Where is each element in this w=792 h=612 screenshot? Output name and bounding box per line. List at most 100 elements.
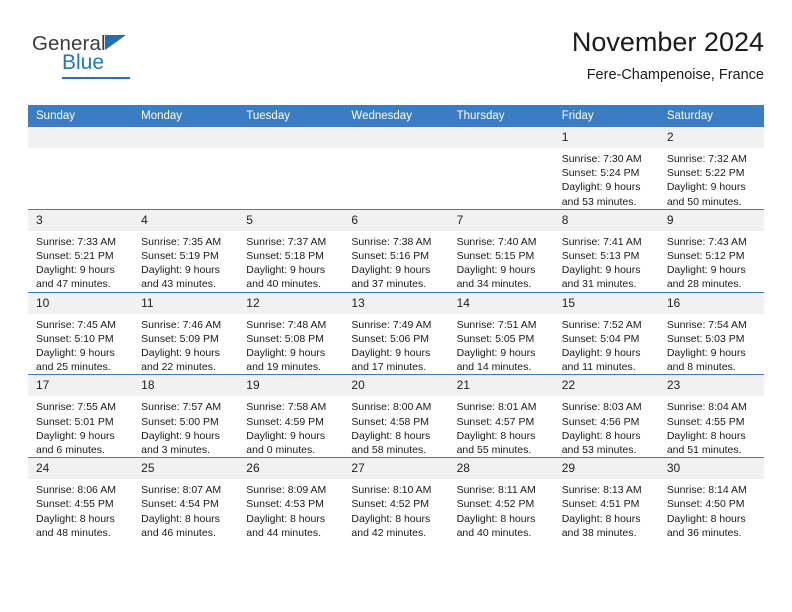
day-sunrise-text: Sunrise: 7:35 AM xyxy=(141,235,222,248)
calendar-day-cell[interactable]: 14 Sunrise: 7:51 AM Sunset: 5:05 PM Dayligh… xyxy=(448,291,554,375)
calendar-day-cell[interactable]: 25 Sunrise: 8:07 AM Sunset: 4:54 PM Dayligh… xyxy=(133,457,239,541)
calendar-day-cell[interactable]: 2 Sunrise: 7:32 AM Sunset: 5:22 PM Daylight… xyxy=(658,127,764,210)
day-daylight2-text: and 14 minutes. xyxy=(456,361,532,374)
day-daylight1-text: Daylight: 9 hours xyxy=(246,347,326,360)
calendar-day-cell-empty xyxy=(448,127,554,210)
day-daylight1-text: Daylight: 9 hours xyxy=(666,181,746,194)
calendar-day-cell[interactable]: 26 Sunrise: 8:09 AM Sunset: 4:53 PM Dayligh… xyxy=(238,457,344,541)
day-sunset-text: Sunset: 4:58 PM xyxy=(351,415,430,428)
day-number: 6 xyxy=(343,209,449,231)
day-daylight1-text: Daylight: 9 hours xyxy=(456,264,536,277)
calendar-day-cell[interactable]: 21 Sunrise: 8:01 AM Sunset: 4:57 PM Dayligh… xyxy=(448,374,554,458)
calendar-week-row: 10 Sunrise: 7:45 AM Sunset: 5:10 PM Dayligh… xyxy=(28,291,764,375)
day-sunrise-text: Sunrise: 7:40 AM xyxy=(456,235,537,248)
day-sunrise-text: Sunrise: 8:11 AM xyxy=(456,484,536,497)
calendar-day-cell[interactable]: 28 Sunrise: 8:11 AM Sunset: 4:52 PM Dayligh… xyxy=(448,457,554,541)
calendar-day-cell[interactable]: 10 Sunrise: 7:45 AM Sunset: 5:10 PM Dayligh… xyxy=(28,291,134,375)
calendar-day-cell[interactable]: 7 Sunrise: 7:40 AM Sunset: 5:15 PM Daylight… xyxy=(448,208,554,293)
day-sunrise-text: Sunrise: 8:10 AM xyxy=(351,484,432,497)
day-daylight2-text: and 44 minutes. xyxy=(246,526,321,539)
day-sun-info: Sunrise: 7:43 AM Sunset: 5:12 PM Daylight:… xyxy=(659,231,764,292)
calendar-day-cell[interactable]: 29 Sunrise: 8:13 AM Sunset: 4:51 PM Dayligh… xyxy=(553,457,659,541)
day-sunrise-text: Sunrise: 7:52 AM xyxy=(561,318,642,331)
day-number: 18 xyxy=(133,375,239,397)
day-daylight1-text: Daylight: 9 hours xyxy=(246,264,326,277)
calendar-day-cell[interactable]: 15 Sunrise: 7:52 AM Sunset: 5:04 PM Dayligh… xyxy=(553,291,659,375)
day-number: 2 xyxy=(658,127,764,148)
day-daylight1-text: Daylight: 9 hours xyxy=(351,264,431,277)
calendar-day-cell[interactable]: 18 Sunrise: 7:57 AM Sunset: 5:00 PM Dayligh… xyxy=(133,374,239,458)
calendar-day-cell[interactable]: 23 Sunrise: 8:04 AM Sunset: 4:55 PM Dayligh… xyxy=(658,374,764,458)
day-number: 3 xyxy=(28,209,134,231)
day-daylight2-text: and 25 minutes. xyxy=(36,361,111,374)
day-daylight2-text: and 37 minutes. xyxy=(351,278,427,291)
day-sunrise-text: Sunrise: 7:51 AM xyxy=(456,318,537,331)
calendar-day-cell[interactable]: 8 Sunrise: 7:41 AM Sunset: 5:13 PM Daylight… xyxy=(553,208,659,293)
day-sun-info: Sunrise: 7:46 AM Sunset: 5:09 PM Daylight:… xyxy=(133,314,238,375)
calendar-day-cell[interactable]: 20 Sunrise: 8:00 AM Sunset: 4:58 PM Dayligh… xyxy=(343,374,449,458)
calendar-day-cell[interactable]: 11 Sunrise: 7:46 AM Sunset: 5:09 PM Dayligh… xyxy=(133,291,239,375)
day-daylight1-text: Daylight: 8 hours xyxy=(456,429,536,442)
day-sunrise-text: Sunrise: 7:49 AM xyxy=(351,318,432,331)
day-daylight1-text: Daylight: 9 hours xyxy=(141,264,220,277)
calendar-day-cell[interactable]: 6 Sunrise: 7:38 AM Sunset: 5:16 PM Daylight… xyxy=(343,208,449,293)
calendar-week-row: 1 Sunrise: 7:30 AM Sunset: 5:24 PM Daylight… xyxy=(28,127,764,210)
day-number xyxy=(448,127,554,148)
day-number: 10 xyxy=(28,292,134,314)
day-number: 20 xyxy=(343,375,449,397)
weekday-header-wednesday: Wednesday xyxy=(343,105,449,127)
day-daylight2-text: and 46 minutes. xyxy=(141,526,216,539)
calendar-day-cell[interactable]: 5 Sunrise: 7:37 AM Sunset: 5:18 PM Daylight… xyxy=(238,208,344,293)
day-sunrise-text: Sunrise: 8:04 AM xyxy=(666,401,747,414)
day-number: 23 xyxy=(658,375,764,397)
day-daylight2-text: and 58 minutes. xyxy=(351,444,427,457)
day-number: 4 xyxy=(133,209,239,231)
calendar-day-cell[interactable]: 22 Sunrise: 8:03 AM Sunset: 4:56 PM Dayligh… xyxy=(553,374,659,458)
day-sunset-text: Sunset: 4:55 PM xyxy=(666,415,745,428)
day-daylight2-text: and 31 minutes. xyxy=(561,278,637,291)
day-sun-info: Sunrise: 7:40 AM Sunset: 5:15 PM Daylight:… xyxy=(449,231,554,292)
day-sunrise-text: Sunrise: 7:48 AM xyxy=(246,318,327,331)
day-daylight2-text: and 51 minutes. xyxy=(666,444,742,457)
day-number xyxy=(238,127,344,148)
calendar-day-cell[interactable]: 9 Sunrise: 7:43 AM Sunset: 5:12 PM Daylight… xyxy=(658,208,764,293)
day-sunset-text: Sunset: 5:19 PM xyxy=(141,250,219,263)
calendar-day-cell[interactable]: 24 Sunrise: 8:06 AM Sunset: 4:55 PM Dayligh… xyxy=(28,457,134,541)
calendar-week-row: 24 Sunrise: 8:06 AM Sunset: 4:55 PM Dayligh… xyxy=(28,457,764,541)
sunrise-sunset-calendar: Sunday Monday Tuesday Wednesday Thursday… xyxy=(28,105,764,541)
day-sunset-text: Sunset: 5:16 PM xyxy=(351,250,430,263)
day-sunset-text: Sunset: 5:13 PM xyxy=(561,250,640,263)
calendar-day-cell[interactable]: 3 Sunrise: 7:33 AM Sunset: 5:21 PM Daylight… xyxy=(28,208,134,293)
calendar-day-cell[interactable]: 12 Sunrise: 7:48 AM Sunset: 5:08 PM Dayligh… xyxy=(238,291,344,375)
day-sun-info: Sunrise: 8:06 AM Sunset: 4:55 PM Daylight:… xyxy=(28,479,133,540)
calendar-day-cell[interactable]: 17 Sunrise: 7:55 AM Sunset: 5:01 PM Dayligh… xyxy=(28,374,134,458)
day-sun-info: Sunrise: 7:49 AM Sunset: 5:06 PM Daylight:… xyxy=(343,314,448,375)
calendar-day-cell[interactable]: 4 Sunrise: 7:35 AM Sunset: 5:19 PM Daylight… xyxy=(133,208,239,293)
day-sun-info: Sunrise: 8:07 AM Sunset: 4:54 PM Daylight:… xyxy=(133,479,238,540)
day-sunset-text: Sunset: 5:18 PM xyxy=(246,250,324,263)
calendar-day-cell[interactable]: 1 Sunrise: 7:30 AM Sunset: 5:24 PM Daylight… xyxy=(553,127,659,210)
calendar-day-cell[interactable]: 30 Sunrise: 8:14 AM Sunset: 4:50 PM Dayligh… xyxy=(658,457,764,541)
day-sun-info: Sunrise: 7:51 AM Sunset: 5:05 PM Daylight:… xyxy=(449,314,554,375)
day-sun-info: Sunrise: 8:11 AM Sunset: 4:52 PM Daylight:… xyxy=(449,479,554,540)
day-daylight2-text: and 34 minutes. xyxy=(456,278,532,291)
day-sun-info: Sunrise: 7:58 AM Sunset: 4:59 PM Daylight:… xyxy=(238,396,343,457)
day-daylight2-text: and 38 minutes. xyxy=(561,526,637,539)
day-daylight2-text: and 11 minutes. xyxy=(561,361,636,374)
logo-triangle-icon xyxy=(105,35,126,50)
calendar-day-cell[interactable]: 19 Sunrise: 7:58 AM Sunset: 4:59 PM Dayligh… xyxy=(238,374,344,458)
day-sunset-text: Sunset: 5:06 PM xyxy=(351,332,430,345)
calendar-day-cell[interactable]: 27 Sunrise: 8:10 AM Sunset: 4:52 PM Dayligh… xyxy=(343,457,449,541)
calendar-day-cell[interactable]: 16 Sunrise: 7:54 AM Sunset: 5:03 PM Dayligh… xyxy=(658,291,764,375)
day-number: 14 xyxy=(448,292,554,314)
day-sunrise-text: Sunrise: 8:07 AM xyxy=(141,484,222,497)
calendar-day-cell[interactable]: 13 Sunrise: 7:49 AM Sunset: 5:06 PM Dayligh… xyxy=(343,291,449,375)
day-number xyxy=(133,127,239,148)
day-daylight1-text: Daylight: 8 hours xyxy=(246,512,326,525)
day-sun-info: Sunrise: 7:41 AM Sunset: 5:13 PM Daylight:… xyxy=(554,231,659,292)
day-daylight2-text: and 42 minutes. xyxy=(351,526,427,539)
weekday-header-tuesday: Tuesday xyxy=(238,105,344,127)
day-daylight2-text: and 43 minutes. xyxy=(141,278,216,291)
day-number: 8 xyxy=(553,209,659,231)
day-sunset-text: Sunset: 5:12 PM xyxy=(666,250,745,263)
